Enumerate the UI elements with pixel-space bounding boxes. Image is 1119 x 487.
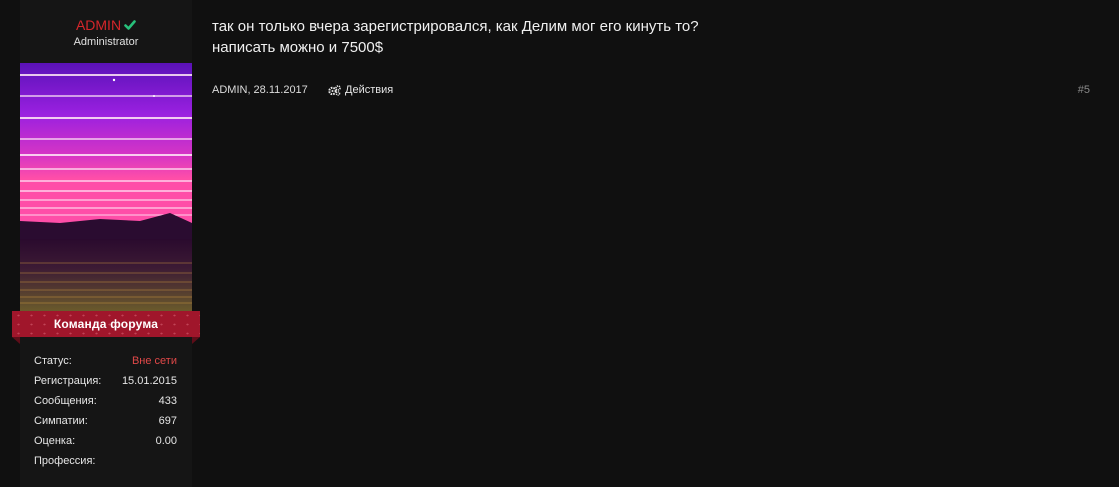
stat-row-profession: Профессия: (34, 451, 177, 471)
stat-row-status: Статус: Вне сети (34, 351, 177, 371)
avatar-image (20, 63, 192, 311)
stat-label: Оценка: (34, 435, 76, 447)
stat-row-registration: Регистрация: 15.01.2015 (34, 371, 177, 391)
user-panel: ADMIN Administrator Команда форума Стату… (12, 0, 200, 487)
stat-value: Вне сети (131, 355, 177, 367)
post-message: так он только вчера зарегистрировался, к… (212, 16, 1092, 58)
stat-label: Сообщения: (34, 395, 97, 407)
stat-label: Симпатии: (34, 415, 88, 427)
message-line: так он только вчера зарегистрировался, к… (212, 18, 699, 35)
actions-button[interactable]: Действия (328, 84, 393, 96)
username-row: ADMIN (20, 16, 192, 34)
gears-icon (328, 84, 341, 96)
banner-label: Команда форума (53, 317, 159, 331)
stat-row-messages: Сообщения: 433 (34, 391, 177, 411)
stat-row-rating: Оценка: 0.00 (34, 431, 177, 451)
actions-label: Действия (345, 84, 394, 96)
forum-post: ADMIN Administrator Команда форума Стату… (0, 0, 1119, 487)
stat-value: 433 (158, 395, 177, 407)
username-link[interactable]: ADMIN (76, 17, 121, 33)
stat-row-likes: Симпатии: 697 (34, 411, 177, 431)
user-banner: Команда форума (12, 311, 200, 344)
user-stats: Статус: Вне сети Регистрация: 15.01.2015… (34, 351, 177, 471)
post-number-link[interactable]: #5 (1078, 84, 1090, 96)
message-line: написать можно и 7500$ (212, 39, 384, 56)
user-title: Administrator (73, 36, 139, 48)
author-date-link[interactable]: ADMIN, 28.11.2017 (212, 84, 308, 96)
post-meta: ADMIN, 28.11.2017 Действия #5 (212, 84, 1090, 98)
stat-label: Статус: (34, 355, 72, 367)
avatar[interactable] (20, 63, 192, 311)
stat-value: 0.00 (155, 435, 177, 447)
stat-label: Регистрация: (34, 375, 102, 387)
stat-value: 15.01.2015 (121, 375, 177, 387)
stat-value: 697 (158, 415, 177, 427)
stat-label: Профессия: (34, 455, 96, 467)
check-icon (124, 20, 136, 30)
